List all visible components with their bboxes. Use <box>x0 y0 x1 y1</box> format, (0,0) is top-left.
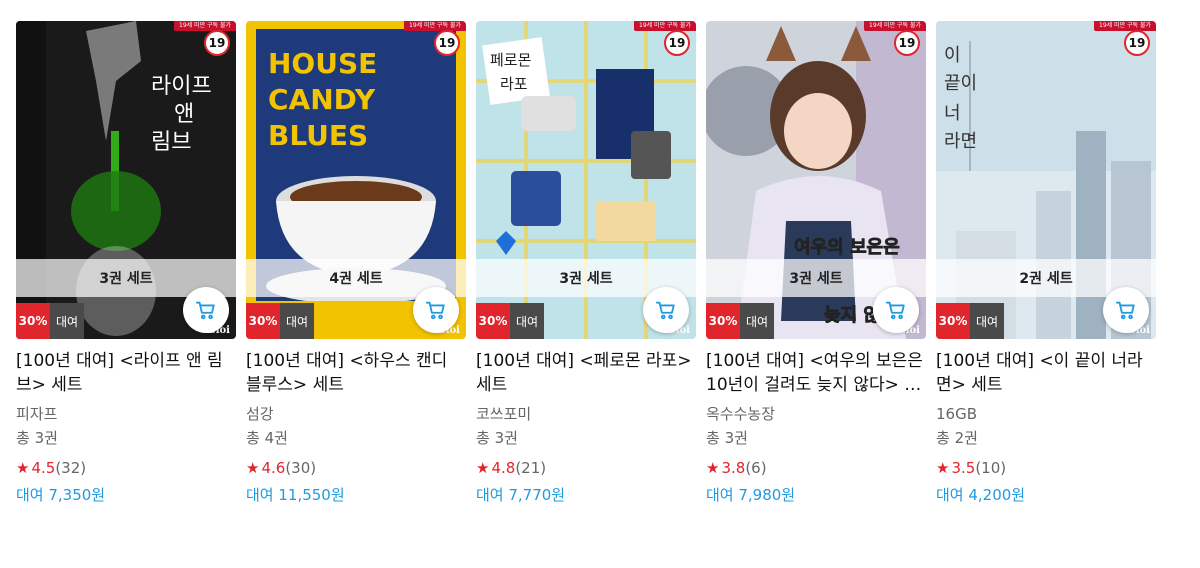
book-title[interactable]: [100년 대여] <이 끝이 너라면> 세트 <box>936 349 1156 397</box>
cover-title-line: 앤 <box>174 102 194 127</box>
cover-tags: 30% 대여 <box>476 303 544 339</box>
volume-count: 총 3권 <box>16 429 58 447</box>
rating: ★ 4.6 (30) <box>246 458 466 478</box>
cover-title-line: 라면 <box>944 131 977 152</box>
discount-badge: 30% <box>706 303 740 339</box>
rating: ★ 3.5 (10) <box>936 458 1156 478</box>
book-list: 라이프 앤 림브 19세 미만 구독 불가 19 3권 세트 30% 대여 Bl… <box>16 21 1156 505</box>
cart-icon <box>195 301 215 320</box>
book-title[interactable]: [100년 대여] <여우의 보은은 10년이 걸려도 늦지 않다> 세트 <box>706 349 926 397</box>
rating: ★ 4.8 (21) <box>476 458 696 478</box>
rating-score: 4.6 <box>261 459 286 477</box>
volume-count: 총 4권 <box>246 429 288 447</box>
rating: ★ 3.8 (6) <box>706 458 926 478</box>
book-card[interactable]: 여우의 보은은 늦지 않다 19세 미만 구독 불가 19 3권 세트 30% … <box>706 21 926 505</box>
age-19-badge: 19 <box>1124 30 1150 56</box>
discount-badge: 30% <box>16 303 50 339</box>
book-card[interactable]: 페로몬 라포 19세 미만 구독 불가 19 3권 세트 30% 대여 Bloi <box>476 21 696 505</box>
book-author[interactable]: 피자프 <box>16 404 236 424</box>
age-19-badge: 19 <box>204 30 230 56</box>
rating-count: (32) <box>55 459 87 477</box>
rating-score: 3.8 <box>721 459 746 477</box>
cover-title-line: 끝이 <box>944 73 977 94</box>
volume-count: 총 3권 <box>476 429 518 447</box>
cover-title-line: 림브 <box>151 130 191 155</box>
cover-title-line: 이 <box>944 45 961 66</box>
add-to-cart-button[interactable] <box>1103 287 1149 333</box>
cover-title-line: 여우의 보은은 <box>794 237 900 258</box>
add-to-cart-button[interactable] <box>413 287 459 333</box>
rent-badge: 대여 <box>970 303 1004 339</box>
cover-title-line: CANDY <box>268 83 376 116</box>
rent-badge: 대여 <box>510 303 544 339</box>
star-icon: ★ <box>476 459 490 477</box>
rent-price: 대여 4,200원 <box>936 486 1026 504</box>
volume-count: 총 2권 <box>936 429 978 447</box>
book-author[interactable]: 16GB <box>936 404 1156 424</box>
rating-count: (30) <box>285 459 317 477</box>
age-19-badge: 19 <box>664 30 690 56</box>
discount-badge: 30% <box>936 303 970 339</box>
age-19-badge: 19 <box>434 30 460 56</box>
discount-badge: 30% <box>246 303 280 339</box>
cover-title-line: 라이프 <box>151 74 212 99</box>
rent-price: 대여 7,350원 <box>16 486 106 504</box>
book-cover[interactable]: HOUSE CANDY BLUES 19세 미만 구독 불가 19 4권 세트 … <box>246 21 466 339</box>
book-cover[interactable]: 여우의 보은은 늦지 않다 19세 미만 구독 불가 19 3권 세트 30% … <box>706 21 926 339</box>
add-to-cart-button[interactable] <box>643 287 689 333</box>
star-icon: ★ <box>246 459 260 477</box>
rating-score: 3.5 <box>951 459 976 477</box>
book-card[interactable]: HOUSE CANDY BLUES 19세 미만 구독 불가 19 4권 세트 … <box>246 21 466 505</box>
cover-title-line: BLUES <box>268 119 368 152</box>
add-to-cart-button[interactable] <box>183 287 229 333</box>
cover-tags: 30% 대여 <box>706 303 774 339</box>
age-restriction-ribbon: 19세 미만 구독 불가 <box>174 21 236 31</box>
rent-badge: 대여 <box>50 303 84 339</box>
rating-score: 4.5 <box>31 459 56 477</box>
star-icon: ★ <box>706 459 720 477</box>
cart-icon <box>425 301 445 320</box>
cover-title-line: 라포 <box>500 75 528 93</box>
book-author[interactable]: 코쓰포미 <box>476 404 696 424</box>
age-19-badge: 19 <box>894 30 920 56</box>
rating-count: (6) <box>745 459 767 477</box>
book-title[interactable]: [100년 대여] <하우스 캔디 블루스> 세트 <box>246 349 466 397</box>
book-cover[interactable]: 라이프 앤 림브 19세 미만 구독 불가 19 3권 세트 30% 대여 Bl… <box>16 21 236 339</box>
add-to-cart-button[interactable] <box>873 287 919 333</box>
cart-icon <box>885 301 905 320</box>
cover-tags: 30% 대여 <box>936 303 1004 339</box>
rent-price: 대여 7,770원 <box>476 486 566 504</box>
book-card[interactable]: 라이프 앤 림브 19세 미만 구독 불가 19 3권 세트 30% 대여 Bl… <box>16 21 236 505</box>
book-cover[interactable]: 페로몬 라포 19세 미만 구독 불가 19 3권 세트 30% 대여 Bloi <box>476 21 696 339</box>
cart-icon <box>655 301 675 320</box>
star-icon: ★ <box>936 459 950 477</box>
volume-count: 총 3권 <box>706 429 748 447</box>
rent-badge: 대여 <box>740 303 774 339</box>
rating: ★ 4.5 (32) <box>16 458 236 478</box>
cover-title-line: 너 <box>944 103 961 124</box>
cover-title-line: HOUSE <box>268 47 377 80</box>
book-title[interactable]: [100년 대여] <라이프 앤 림브> 세트 <box>16 349 236 397</box>
star-icon: ★ <box>16 459 30 477</box>
cover-tags: 30% 대여 <box>16 303 84 339</box>
cover-title-line: 페로몬 <box>490 51 531 69</box>
age-restriction-ribbon: 19세 미만 구독 불가 <box>404 21 466 31</box>
book-card[interactable]: 이 끝이 너 라면 19세 미만 구독 불가 19 2권 세트 30% 대여 B… <box>936 21 1156 505</box>
book-title[interactable]: [100년 대여] <페로몬 라포> 세트 <box>476 349 696 397</box>
discount-badge: 30% <box>476 303 510 339</box>
age-restriction-ribbon: 19세 미만 구독 불가 <box>634 21 696 31</box>
book-cover[interactable]: 이 끝이 너 라면 19세 미만 구독 불가 19 2권 세트 30% 대여 B… <box>936 21 1156 339</box>
rating-count: (21) <box>515 459 547 477</box>
book-author[interactable]: 섬강 <box>246 404 466 424</box>
cart-icon <box>1115 301 1135 320</box>
cover-tags: 30% 대여 <box>246 303 314 339</box>
rating-count: (10) <box>975 459 1007 477</box>
rating-score: 4.8 <box>491 459 516 477</box>
age-restriction-ribbon: 19세 미만 구독 불가 <box>1094 21 1156 31</box>
rent-price: 대여 7,980원 <box>706 486 796 504</box>
book-author[interactable]: 옥수수농장 <box>706 404 926 424</box>
rent-price: 대여 11,550원 <box>246 486 345 504</box>
age-restriction-ribbon: 19세 미만 구독 불가 <box>864 21 926 31</box>
rent-badge: 대여 <box>280 303 314 339</box>
